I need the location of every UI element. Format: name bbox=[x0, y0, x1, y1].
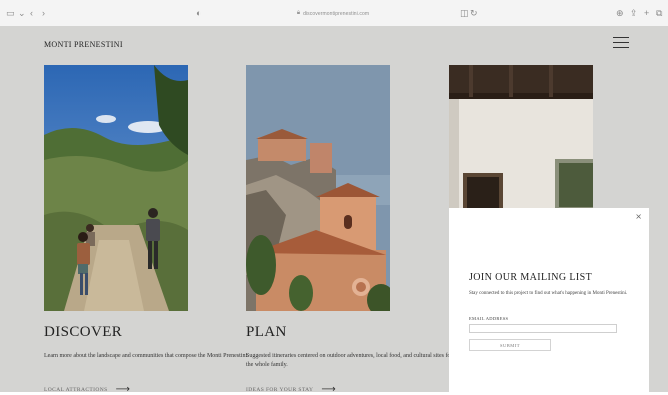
plan-image[interactable] bbox=[246, 65, 390, 311]
page: MONTI PRENESTINI DISCOVER Learn more abo… bbox=[0, 26, 668, 395]
popup-description: Stay connected to this project to find o… bbox=[469, 291, 628, 296]
discover-description: Learn more about the landscape and commu… bbox=[44, 353, 249, 359]
translate-icon[interactable]: ◫ bbox=[460, 8, 469, 18]
submit-button[interactable]: SUBMIT bbox=[469, 339, 551, 351]
close-icon[interactable]: × bbox=[635, 212, 642, 221]
download-icon[interactable]: ⊕ bbox=[616, 8, 624, 18]
back-icon[interactable]: ‹ bbox=[30, 8, 33, 18]
email-field[interactable] bbox=[469, 324, 617, 333]
arrow-right-icon: ⟶ bbox=[321, 384, 337, 395]
shield-icon[interactable]: ◐ bbox=[196, 8, 201, 18]
plan-description: Suggested itineraries centered on outdoo… bbox=[246, 353, 453, 368]
local-attractions-link[interactable]: LOCAL ATTRACTIONS ⟶ bbox=[44, 384, 130, 395]
sidebar-icon[interactable]: ▭ bbox=[6, 8, 15, 18]
discover-image[interactable] bbox=[44, 65, 188, 311]
reload-icon[interactable]: ↻ bbox=[470, 8, 478, 18]
url-text: discovermontiprenestini.com bbox=[303, 10, 370, 17]
mailing-list-popup: × JOIN OUR MAILING LIST Stay connected t… bbox=[449, 208, 649, 392]
tabs-icon[interactable]: ⧉ bbox=[656, 8, 662, 18]
ideas-for-your-stay-link[interactable]: IDEAS FOR YOUR STAY ⟶ bbox=[246, 384, 336, 395]
share-icon[interactable]: ⇪ bbox=[630, 8, 638, 18]
discover-title: DISCOVER bbox=[44, 324, 123, 340]
menu-icon[interactable] bbox=[613, 37, 629, 49]
chevron-down-icon[interactable]: ⌄ bbox=[18, 8, 26, 18]
plan-title: PLAN bbox=[246, 324, 287, 340]
forward-icon[interactable]: › bbox=[42, 8, 45, 18]
email-label: EMAIL ADDRESS bbox=[469, 316, 509, 321]
address-bar[interactable]: 🔒︎ discovermontiprenestini.com bbox=[248, 8, 418, 19]
lock-icon: 🔒︎ bbox=[296, 10, 301, 16]
site-logo[interactable]: MONTI PRENESTINI bbox=[44, 40, 123, 49]
arrow-right-icon: ⟶ bbox=[115, 384, 131, 395]
add-tab-icon[interactable]: + bbox=[644, 8, 649, 18]
browser-toolbar: ▭ ⌄ ‹ › ◐ 🔒︎ discovermontiprenestini.com… bbox=[0, 0, 668, 27]
popup-title: JOIN OUR MAILING LIST bbox=[469, 272, 593, 283]
